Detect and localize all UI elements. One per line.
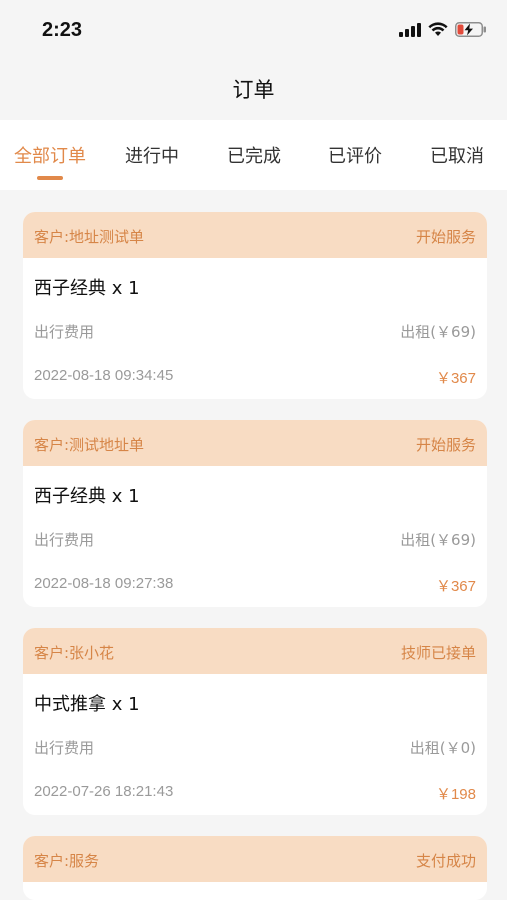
travel-fee-value: 出租(￥0)	[409, 739, 476, 757]
travel-fee-value: 出租(￥69)	[400, 531, 476, 549]
order-product: 西子经典 x 1	[34, 486, 140, 507]
order-card[interactable]: 客户:张小花 技师已接单 中式推拿 x 1 出行费用 出租(￥0) 2022-0…	[23, 628, 487, 815]
status-bar: 2:23	[0, 0, 507, 60]
order-status: 支付成功	[415, 852, 476, 870]
order-status: 开始服务	[415, 228, 476, 246]
order-customer: 客户:张小花	[34, 644, 115, 662]
travel-fee-value: 出租(￥69)	[400, 323, 476, 341]
order-customer: 客户:服务	[34, 852, 100, 870]
order-time: 2022-08-18 09:27:38	[34, 575, 174, 592]
tab-in-progress[interactable]: 进行中	[125, 142, 179, 168]
cellular-signal-icon	[399, 22, 421, 37]
status-icons	[399, 22, 487, 37]
travel-fee-label: 出行费用	[34, 531, 95, 549]
order-card[interactable]: 客户:测试地址单 开始服务 西子经典 x 1 出行费用 出租(￥69) 2022…	[23, 420, 487, 607]
order-price: ￥367	[435, 578, 476, 595]
order-card-header: 客户:张小花 技师已接单	[23, 628, 487, 674]
order-customer: 客户:地址测试单	[34, 228, 145, 246]
order-card[interactable]: 客户:地址测试单 开始服务 西子经典 x 1 出行费用 出租(￥69) 2022…	[23, 212, 487, 399]
page-title: 订单	[232, 78, 275, 102]
tab-all-orders[interactable]: 全部订单	[14, 142, 86, 168]
order-product: 西子经典 x 1	[34, 278, 140, 299]
nav-bar: 订单	[0, 60, 507, 120]
tab-completed[interactable]: 已完成	[227, 142, 281, 168]
order-customer: 客户:测试地址单	[34, 436, 145, 454]
order-card[interactable]: 客户:服务 支付成功	[23, 836, 487, 900]
status-time: 2:23	[42, 19, 83, 41]
order-time: 2022-07-26 18:21:43	[34, 783, 174, 800]
active-tab-indicator	[37, 176, 63, 180]
travel-fee-label: 出行费用	[34, 739, 95, 757]
order-price: ￥367	[435, 370, 476, 387]
order-status: 开始服务	[415, 436, 476, 454]
travel-fee-label: 出行费用	[34, 323, 95, 341]
order-card-header: 客户:测试地址单 开始服务	[23, 420, 487, 466]
order-status: 技师已接单	[400, 644, 476, 662]
order-tabs: 全部订单 进行中 已完成 已评价 已取消	[0, 120, 507, 190]
order-price: ￥198	[435, 786, 476, 803]
order-card-header: 客户:服务 支付成功	[23, 836, 487, 882]
order-time: 2022-08-18 09:34:45	[34, 367, 174, 384]
order-card-header: 客户:地址测试单 开始服务	[23, 212, 487, 258]
battery-charging-icon	[455, 22, 486, 37]
tab-cancelled[interactable]: 已取消	[430, 142, 484, 168]
wifi-icon	[428, 22, 448, 36]
tab-reviewed[interactable]: 已评价	[328, 142, 382, 168]
order-product: 中式推拿 x 1	[34, 694, 140, 715]
